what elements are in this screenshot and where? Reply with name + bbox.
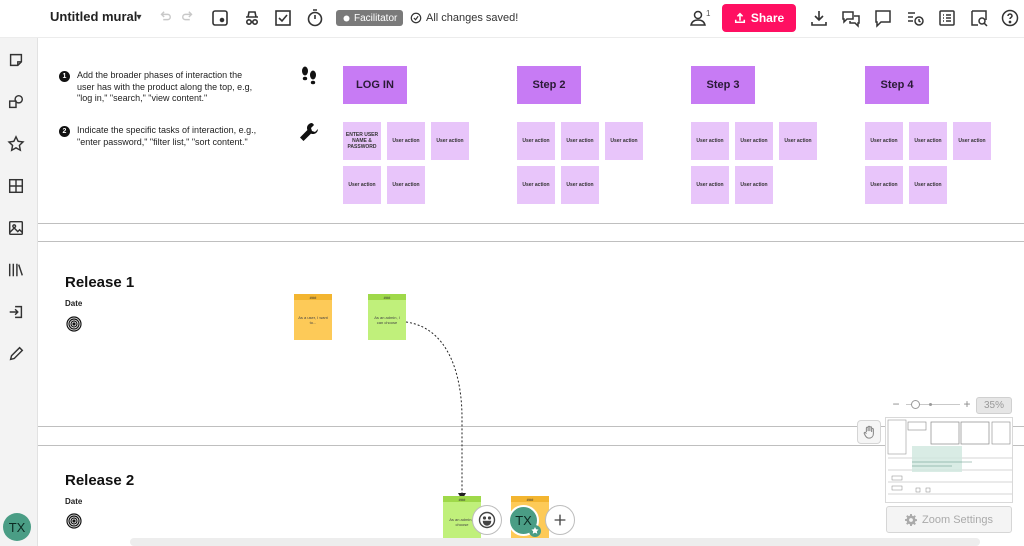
- save-status-label: All changes saved!: [426, 12, 519, 24]
- minimap-preview: [887, 419, 1012, 495]
- task-note[interactable]: User action: [517, 122, 555, 160]
- search-icon[interactable]: [969, 8, 989, 28]
- user-story-note[interactable]: ### As a user, I want to...: [294, 294, 332, 340]
- bottom-bar: [130, 538, 980, 546]
- task-note[interactable]: User action: [517, 166, 555, 204]
- gear-icon: [905, 513, 918, 526]
- user-avatar[interactable]: TX: [3, 513, 31, 541]
- task-note[interactable]: User action: [909, 166, 947, 204]
- timer-icon[interactable]: [305, 8, 325, 28]
- chevron-down-icon[interactable]: ▾: [132, 10, 146, 24]
- upload-icon: [734, 12, 745, 24]
- task-note[interactable]: User action: [953, 122, 991, 160]
- comments-icon[interactable]: [873, 8, 893, 28]
- undo-icon[interactable]: [158, 10, 172, 24]
- check-circle-icon: [410, 12, 422, 24]
- release-title: Release 2: [65, 472, 135, 489]
- outline-icon[interactable]: [210, 8, 230, 28]
- collaborators-icon[interactable]: [688, 8, 708, 28]
- zoom-settings-label: Zoom Settings: [922, 513, 993, 526]
- task-note[interactable]: User action: [561, 122, 599, 160]
- task-note[interactable]: User action: [387, 122, 425, 160]
- zoom-out-button[interactable]: −: [890, 397, 902, 411]
- star-icon[interactable]: [6, 134, 26, 154]
- task-note[interactable]: ENTER USER NAME & PASSWORD: [343, 122, 381, 160]
- footprints-icon: [298, 65, 320, 87]
- task-note[interactable]: User action: [865, 122, 903, 160]
- task-note[interactable]: User action: [735, 166, 773, 204]
- wrench-icon: [298, 121, 320, 143]
- target-icon: [66, 513, 82, 529]
- mural-title[interactable]: Untitled mural: [50, 9, 137, 24]
- instruction-text-2: Indicate the specific tasks of interacti…: [77, 125, 257, 147]
- share-label: Share: [750, 11, 785, 25]
- reactions-button[interactable]: [472, 505, 502, 535]
- step-number-2: 2: [59, 126, 70, 137]
- hand-tool-button[interactable]: [857, 420, 881, 444]
- pen-icon[interactable]: [6, 344, 26, 364]
- connector-line[interactable]: [400, 318, 470, 502]
- frameworks-icon[interactable]: [6, 176, 26, 196]
- zoom-in-button[interactable]: +: [961, 397, 973, 411]
- task-note[interactable]: User action: [735, 122, 773, 160]
- private-mode-icon[interactable]: [242, 8, 262, 28]
- target-icon: [66, 316, 82, 332]
- shapes-icon[interactable]: [6, 92, 26, 112]
- save-status: All changes saved!: [410, 10, 518, 26]
- star-badge-icon: [529, 524, 541, 537]
- redo-icon[interactable]: [181, 10, 195, 24]
- step-number-1: 1: [59, 71, 70, 82]
- hand-icon: [863, 425, 874, 439]
- phase-card[interactable]: Step 4: [865, 66, 929, 104]
- instruction-text-1: Add the broader phases of interaction th…: [77, 70, 253, 103]
- import-icon[interactable]: [6, 302, 26, 322]
- divider: [38, 445, 1024, 446]
- task-note[interactable]: User action: [431, 122, 469, 160]
- phase-card[interactable]: Step 2: [517, 66, 581, 104]
- task-note[interactable]: User action: [561, 166, 599, 204]
- story-text: As a user, I want to...: [294, 300, 332, 340]
- activity-icon[interactable]: [905, 8, 925, 28]
- phase-card[interactable]: LOG IN: [343, 66, 407, 104]
- task-note[interactable]: User action: [691, 166, 729, 204]
- task-note[interactable]: User action: [909, 122, 947, 160]
- chat-icon[interactable]: [841, 8, 861, 28]
- add-collaborator-button[interactable]: [545, 505, 575, 535]
- zoom-percent[interactable]: 35%: [976, 397, 1012, 414]
- plus-icon: [554, 514, 566, 526]
- task-note[interactable]: User action: [387, 166, 425, 204]
- voting-icon[interactable]: [273, 8, 293, 28]
- library-icon[interactable]: [6, 260, 26, 280]
- task-note[interactable]: User action: [691, 122, 729, 160]
- emoji-icon: [478, 511, 496, 529]
- release-date-label: Date: [65, 497, 83, 506]
- divider: [38, 241, 1024, 242]
- minimap[interactable]: [885, 417, 1013, 503]
- task-note[interactable]: User action: [865, 166, 903, 204]
- task-note[interactable]: User action: [605, 122, 643, 160]
- image-icon[interactable]: [6, 218, 26, 238]
- help-icon[interactable]: [1000, 8, 1020, 28]
- release-title: Release 1: [65, 274, 135, 291]
- zoom-slider-mark: [929, 403, 932, 406]
- task-note[interactable]: User action: [343, 166, 381, 204]
- left-toolbar: TX: [0, 0, 38, 546]
- task-note[interactable]: User action: [779, 122, 817, 160]
- share-button[interactable]: Share: [722, 4, 796, 32]
- phase-card[interactable]: Step 3: [691, 66, 755, 104]
- outline-list-icon[interactable]: [937, 8, 957, 28]
- release-date-label: Date: [65, 299, 83, 308]
- top-bar: Untitled mural ▾ Facilitator All changes…: [0, 0, 1024, 38]
- download-icon[interactable]: [809, 8, 829, 28]
- facilitator-badge[interactable]: Facilitator: [336, 10, 404, 26]
- zoom-settings-button[interactable]: Zoom Settings: [886, 506, 1012, 533]
- divider: [38, 223, 1024, 224]
- collaborator-count: 1: [706, 9, 711, 18]
- facilitator-label: Facilitator: [354, 12, 398, 24]
- sticky-note-icon[interactable]: [6, 50, 26, 70]
- zoom-slider-knob[interactable]: [911, 400, 920, 409]
- user-initials: TX: [8, 519, 26, 535]
